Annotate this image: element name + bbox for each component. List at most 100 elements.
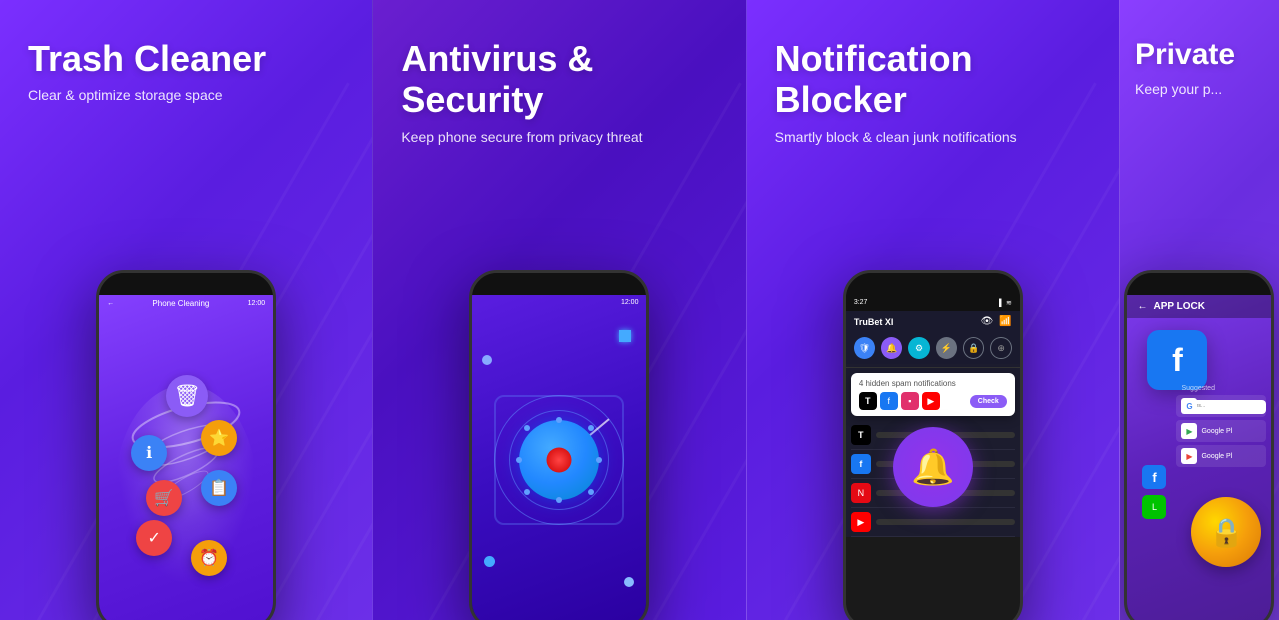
applock-googlepl-item-2: ▶ Google Pl [1176, 445, 1266, 467]
back-arrow-1: ← [107, 300, 114, 307]
trash-cleaner-phone: ← Phone Cleaning 12:00 🗑 [96, 270, 276, 620]
applock-header: ← APP LOCK [1127, 295, 1271, 318]
applock-title: APP LOCK [1153, 301, 1205, 312]
swirl-container: 🗑 ℹ ⭐ 🛒 📋 ✓ ⏰ [106, 345, 266, 565]
eye-icon: 👁 [981, 316, 994, 327]
virus-center [547, 448, 572, 473]
trash-cleaner-panel: Trash Cleaner Clear & optimize storage s… [0, 0, 372, 620]
line-icon: L [1142, 495, 1166, 519]
phone-screen-3: 3:27 ▌ ≋ TruBet XI 👁 📶 🛡 [846, 295, 1020, 537]
antivirus-panel: Antivirus & Security Keep phone secure f… [372, 0, 745, 620]
notif-item-youtube: ▶ [851, 508, 1015, 537]
applock-back-icon: ← [1137, 301, 1147, 312]
signal-icon: 📶 [999, 316, 1011, 327]
virus-spike-left [516, 457, 522, 463]
spam-card: 4 hidden spam notifications 𝐓 f ▪ ▶ Chec… [851, 373, 1015, 416]
virus-main [519, 420, 599, 500]
suggested-label: Suggested [1176, 385, 1266, 392]
trash-icon: 🗑 [166, 375, 208, 417]
phone-screen-4: ← APP LOCK f Mes... f L Suggested [1127, 295, 1271, 620]
youtube-icon: ▶ [922, 392, 940, 410]
antivirus-title: Antivirus & Security [401, 38, 717, 121]
clock-icon: ⏰ [191, 540, 227, 576]
applock-list: Suggested G Google ▶ Google Pl [1176, 385, 1266, 470]
facebook-small-icon: f [1142, 465, 1166, 489]
cat-icon-1: 🛡 [854, 337, 875, 359]
cat-icon-3: ⚙ [908, 337, 929, 359]
cart-icon: 🛒 [146, 480, 182, 516]
notif-app-name: TruBet XI [854, 317, 894, 327]
google-play-icon-2: ▶ [1181, 448, 1197, 464]
virus-spike-tr [588, 425, 594, 431]
virus-spike-bottom [556, 497, 562, 503]
virus-spike-bl [524, 489, 530, 495]
bell-overlay: 🔔 [893, 427, 973, 507]
status-bar-2: 12:00 [472, 295, 646, 310]
notif-status-bar: 3:27 ▌ ≋ [846, 295, 1020, 311]
notification-blocker-subtitle: Smartly block & clean junk notifications [775, 129, 1017, 145]
spam-app-icons: 𝐓 f ▪ ▶ [859, 392, 940, 410]
notif-fb-icon: f [851, 454, 871, 474]
virus-spike-tl [524, 425, 530, 431]
phone-mockup-1: ← Phone Cleaning 12:00 🗑 [96, 270, 276, 620]
notif-tiktok-icon: 𝐓 [851, 425, 871, 445]
google-icon: G [1181, 398, 1197, 414]
private-panel: Private Keep your p... ← APP LOCK f Mes.… [1119, 0, 1279, 620]
copy-icon: 📋 [201, 470, 237, 506]
virus-spike-right [596, 457, 602, 463]
notif-status-icons: ▌ ≋ [999, 299, 1012, 307]
cat-icon-4: ⚡ [936, 337, 957, 359]
virus-spike-top [556, 417, 562, 423]
star-icon: ⭐ [201, 420, 237, 456]
notif-app-bar: TruBet XI 👁 📶 [846, 311, 1020, 332]
virus-ball [519, 420, 599, 500]
phone-mockup-3: 3:27 ▌ ≋ TruBet XI 👁 📶 🛡 [843, 270, 1023, 620]
cat-icon-5: 🔒 [963, 337, 984, 359]
antivirus-subtitle: Keep phone secure from privacy threat [401, 129, 642, 145]
notification-blocker-panel: Notification Blocker Smartly block & cle… [746, 0, 1119, 620]
status-time-1: 12:00 [248, 300, 266, 307]
tiktok-icon: 𝐓 [859, 392, 877, 410]
check-button[interactable]: Check [970, 395, 1007, 408]
trash-cleaner-subtitle: Clear & optimize storage space [28, 87, 223, 103]
spam-card-header: 4 hidden spam notifications [859, 379, 1007, 388]
facebook-icon-sm: f [880, 392, 898, 410]
lock-coin: 🔒 [1191, 497, 1261, 567]
virus-dot-2 [482, 355, 492, 365]
applock-google-item: G Google [1176, 395, 1266, 417]
notif-category-bar: 🛡 🔔 ⚙ ⚡ 🔒 ⊕ [846, 332, 1020, 364]
trash-cleaner-title: Trash Cleaner [28, 38, 266, 79]
spam-card-row: 𝐓 f ▪ ▶ Check [859, 392, 1007, 410]
virus-dot-3 [484, 556, 495, 567]
cat-icon-2: 🔔 [881, 337, 902, 359]
wifi-icon: ≋ [1006, 299, 1012, 307]
phone-screen-2: 12:00 [472, 295, 646, 620]
phone-title-1: Phone Cleaning [152, 299, 209, 308]
private-title: Private [1135, 38, 1235, 73]
notification-phone: 3:27 ▌ ≋ TruBet XI 👁 📶 🛡 [843, 270, 1023, 620]
phone-mockup-4: ← APP LOCK f Mes... f L Suggested [1124, 270, 1274, 620]
google-play-icon-1: ▶ [1181, 423, 1197, 439]
virus-dot-1 [619, 330, 631, 342]
notification-blocker-title: Notification Blocker [775, 38, 1091, 121]
virus-dot-4 [624, 577, 634, 587]
battery-icon: ▌ [999, 300, 1004, 307]
cat-icon-6: ⊕ [990, 337, 1011, 359]
notif-divider [846, 367, 1020, 368]
info-icon: ℹ [131, 435, 167, 471]
antivirus-phone: 12:00 [469, 270, 649, 620]
private-phone: ← APP LOCK f Mes... f L Suggested [1124, 270, 1274, 620]
check-icon: ✓ [136, 520, 172, 556]
notif-netflix-icon: N [851, 483, 871, 503]
google-pl-label-1: Google Pl [1201, 428, 1232, 435]
radar-container [484, 335, 634, 585]
phone-mockup-2: 12:00 [469, 270, 649, 620]
applock-googlepl-item-1: ▶ Google Pl [1176, 420, 1266, 442]
notif-time: 3:27 [854, 299, 868, 307]
instagram-icon: ▪ [901, 392, 919, 410]
notif-youtube-bar [876, 519, 1015, 525]
facebook-large-icon: f [1147, 330, 1207, 390]
virus-spike-br [588, 489, 594, 495]
google-label: Google [1201, 403, 1224, 410]
notif-app-action-icons: 👁 📶 [981, 316, 1012, 327]
